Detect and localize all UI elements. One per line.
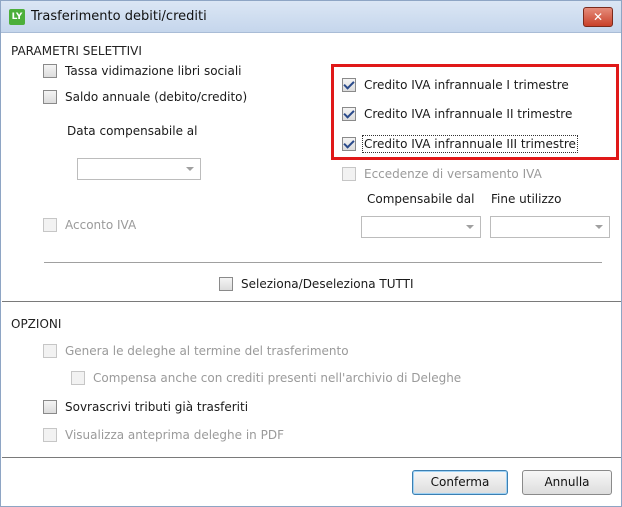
credito-2-label: Credito IVA infrannuale II trimestre: [364, 107, 573, 121]
fine-utilizzo-select[interactable]: [490, 216, 610, 238]
credito-1-label: Credito IVA infrannuale I trimestre: [364, 78, 569, 92]
tassa-checkbox[interactable]: [43, 64, 57, 78]
genera-checkbox[interactable]: [43, 344, 57, 358]
data-compensabile-label: Data compensabile al: [67, 124, 198, 138]
tassa-checkbox-row[interactable]: Tassa vidimazione libri sociali: [43, 64, 242, 78]
tassa-label: Tassa vidimazione libri sociali: [65, 64, 242, 78]
compensa-label: Compensa anche con crediti presenti nell…: [93, 371, 462, 385]
credito-1-checkbox-row[interactable]: Credito IVA infrannuale I trimestre: [342, 78, 569, 92]
seleziona-tutti-label: Seleziona/Deseleziona TUTTI: [241, 277, 414, 291]
chevron-down-icon: [466, 225, 474, 229]
chevron-down-icon: [595, 225, 603, 229]
compensa-checkbox[interactable]: [71, 371, 85, 385]
genera-label: Genera le deleghe al termine del trasfer…: [65, 344, 349, 358]
credito-2-checkbox-row[interactable]: Credito IVA infrannuale II trimestre: [342, 107, 572, 121]
saldo-checkbox[interactable]: [43, 90, 57, 104]
credito-1-checkbox[interactable]: [342, 78, 356, 92]
title-bar[interactable]: LY Trasferimento debiti/crediti ✕: [1, 1, 621, 33]
cancel-button[interactable]: Annulla: [522, 470, 612, 495]
seleziona-tutti-row[interactable]: Seleziona/Deseleziona TUTTI: [219, 277, 414, 291]
compensabile-dal-label: Compensabile dal: [367, 192, 475, 206]
parametri-section-title: PARAMETRI SELETTIVI: [11, 44, 142, 58]
confirm-button[interactable]: Conferma: [412, 470, 508, 495]
chevron-down-icon: [186, 167, 194, 171]
fine-utilizzo-label: Fine utilizzo: [491, 192, 562, 206]
sovrascrivi-label: Sovrascrivi tributi già trasferiti: [65, 400, 249, 414]
credito-2-checkbox[interactable]: [342, 107, 356, 121]
saldo-checkbox-row[interactable]: Saldo annuale (debito/credito): [43, 90, 247, 104]
credito-3-label: Credito IVA infrannuale III trimestre: [362, 135, 578, 153]
sovrascrivi-checkbox-row[interactable]: Sovrascrivi tributi già trasferiti: [43, 400, 248, 414]
acconto-checkbox-row[interactable]: Acconto IVA: [43, 218, 136, 232]
opzioni-section-title: OPZIONI: [11, 317, 62, 331]
acconto-checkbox[interactable]: [43, 218, 57, 232]
visualizza-label: Visualizza anteprima deleghe in PDF: [65, 428, 284, 442]
footer-divider: [2, 457, 621, 458]
seleziona-tutti-checkbox[interactable]: [219, 277, 233, 291]
credito-3-checkbox-row[interactable]: Credito IVA infrannuale III trimestre: [342, 135, 578, 153]
close-button[interactable]: ✕: [583, 7, 613, 27]
section-divider: [2, 301, 621, 302]
app-logo-icon: LY: [9, 9, 25, 25]
genera-checkbox-row[interactable]: Genera le deleghe al termine del trasfer…: [43, 344, 349, 358]
data-compensabile-select[interactable]: [77, 158, 201, 180]
acconto-label: Acconto IVA: [65, 218, 137, 232]
eccedenze-checkbox-row[interactable]: Eccedenze di versamento IVA: [342, 167, 542, 181]
compensabile-dal-select[interactable]: [361, 216, 481, 238]
separator-line: [44, 262, 602, 263]
eccedenze-checkbox[interactable]: [342, 167, 356, 181]
sovrascrivi-checkbox[interactable]: [43, 400, 57, 414]
credito-3-checkbox[interactable]: [342, 137, 356, 151]
visualizza-checkbox[interactable]: [43, 428, 57, 442]
visualizza-checkbox-row[interactable]: Visualizza anteprima deleghe in PDF: [43, 428, 284, 442]
compensa-checkbox-row[interactable]: Compensa anche con crediti presenti nell…: [71, 371, 461, 385]
saldo-label: Saldo annuale (debito/credito): [65, 90, 248, 104]
window-title: Trasferimento debiti/crediti: [31, 9, 207, 24]
eccedenze-label: Eccedenze di versamento IVA: [364, 167, 542, 181]
dialog-window: LY Trasferimento debiti/crediti ✕ PARAME…: [0, 0, 622, 507]
